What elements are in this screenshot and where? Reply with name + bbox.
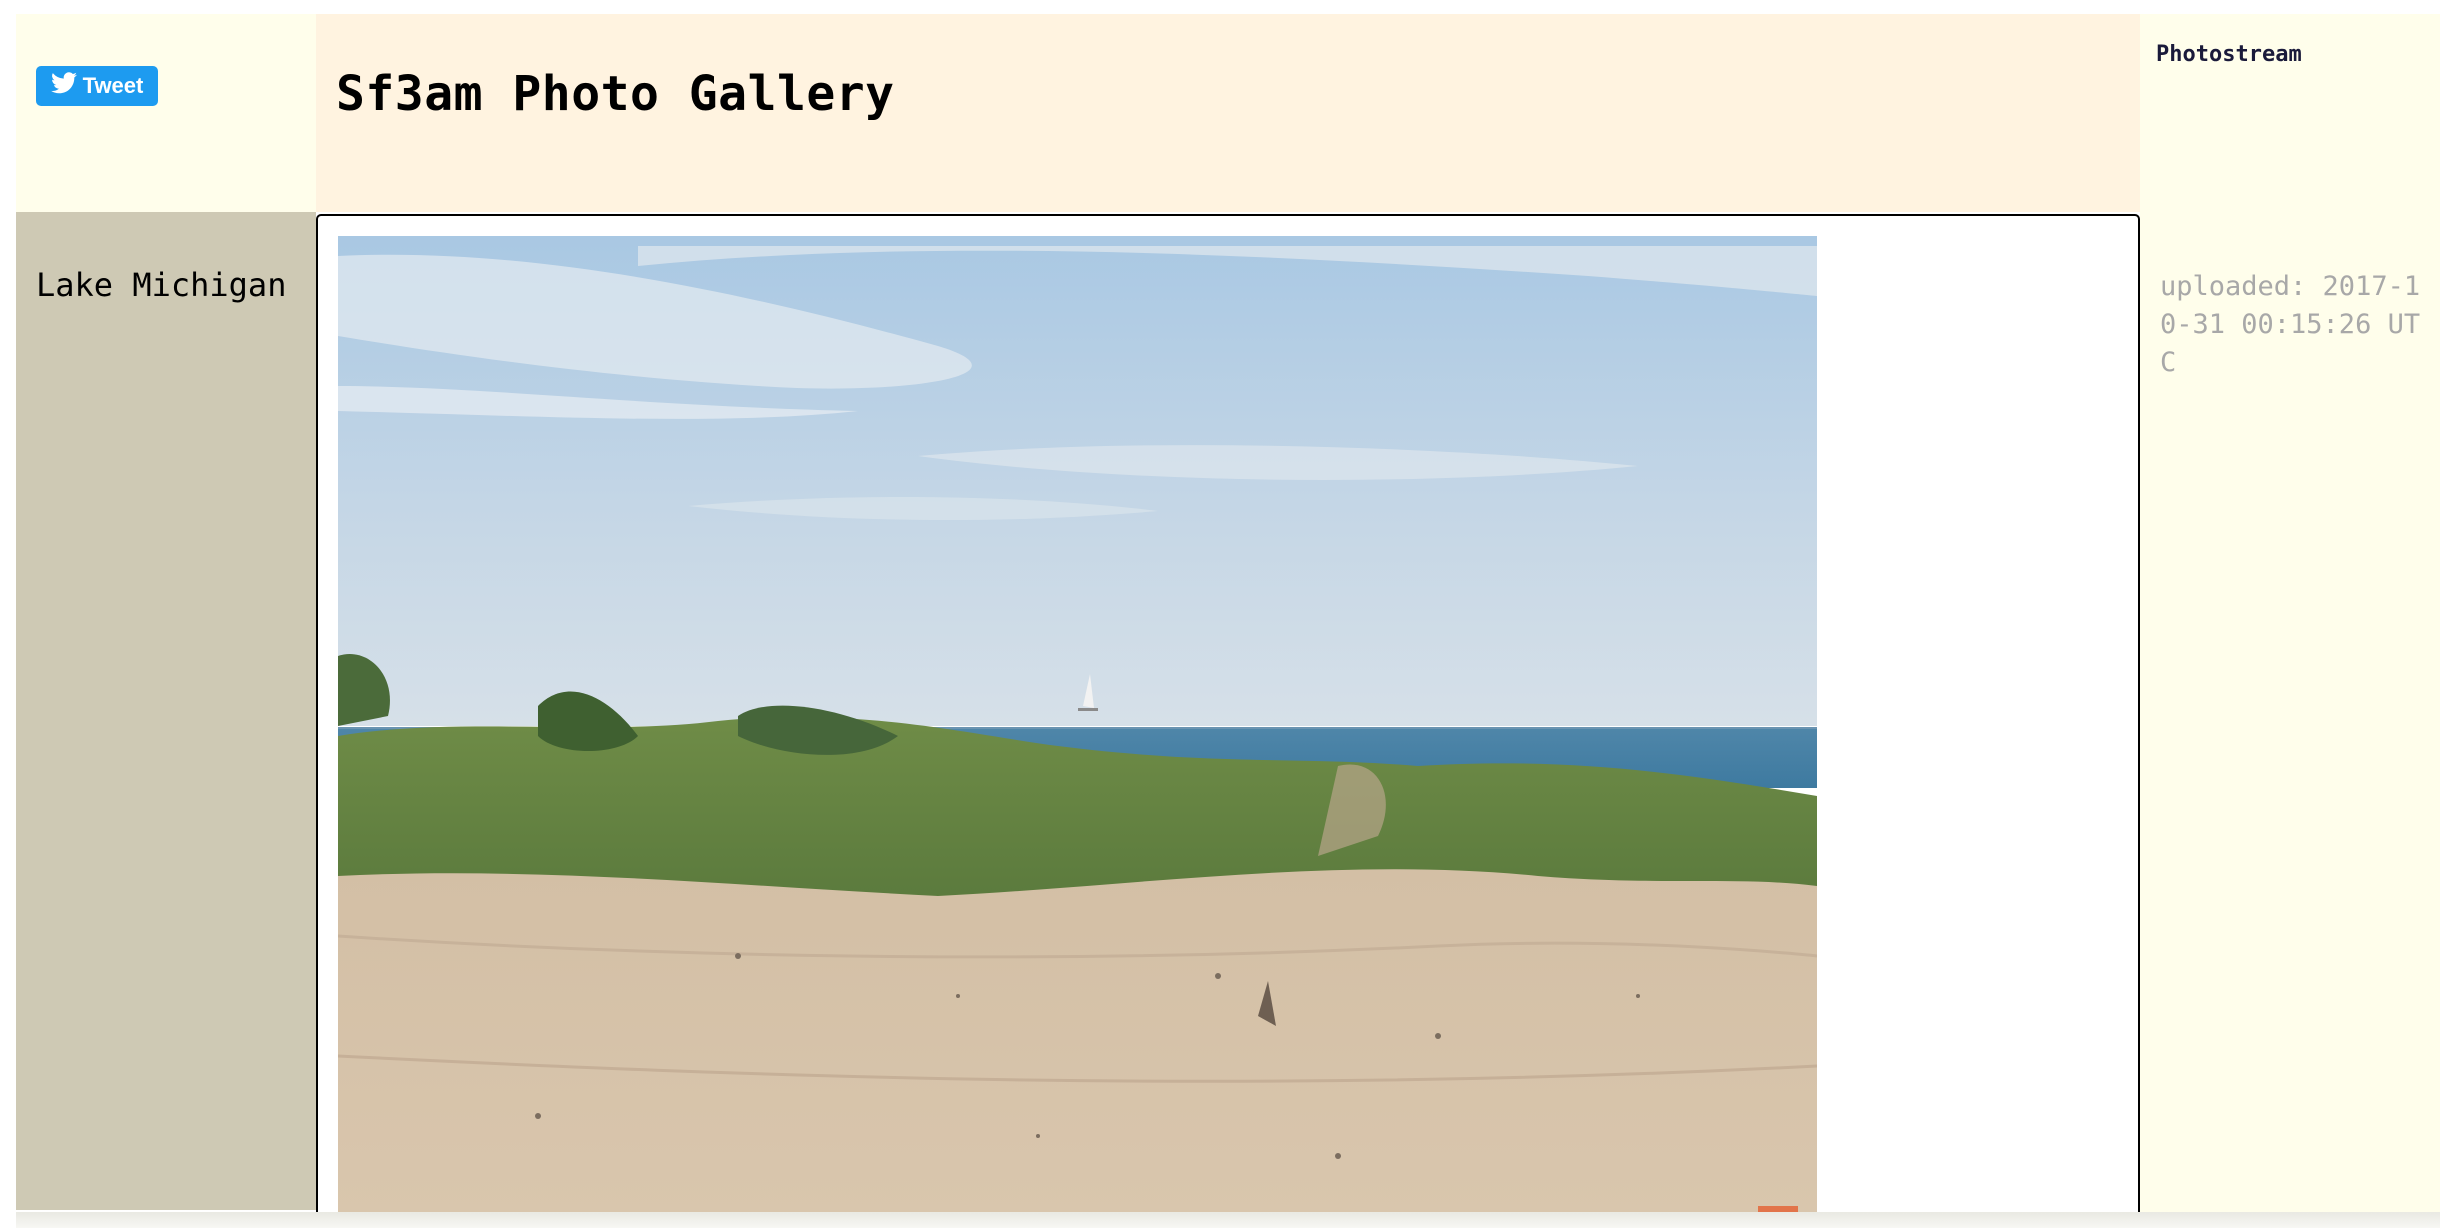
photo-image[interactable] bbox=[338, 236, 1817, 1216]
photo-drawing bbox=[338, 236, 1817, 1216]
tweet-button[interactable]: Tweet bbox=[36, 66, 158, 106]
left-sidebar bbox=[16, 212, 316, 1210]
bottom-edge bbox=[16, 1212, 2440, 1228]
photostream-link[interactable]: Photostream bbox=[2156, 42, 2302, 67]
tweet-cell bbox=[16, 14, 316, 212]
photo-title: Lake Michigan bbox=[36, 266, 287, 304]
upload-timestamp: uploaded: 2017-10-31 00:15:26 UTC bbox=[2160, 271, 2421, 378]
tweet-label: Tweet bbox=[82, 73, 144, 98]
page-title: Sf3am Photo Gallery bbox=[336, 66, 895, 122]
twitter-bird-icon bbox=[50, 72, 77, 100]
